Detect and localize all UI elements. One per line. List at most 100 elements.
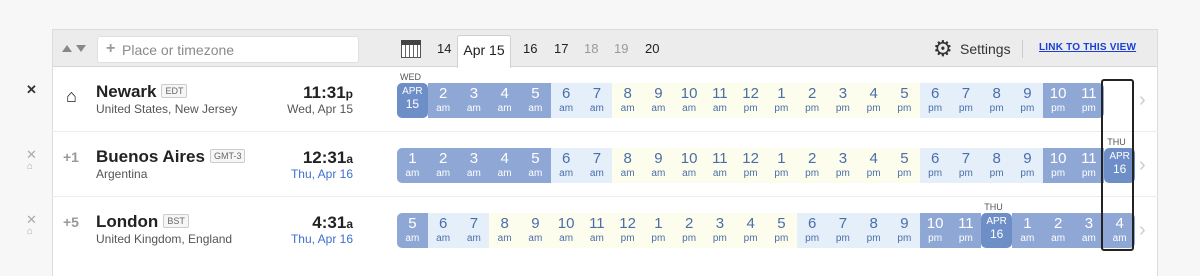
hour-cell[interactable]: 2 am [427,148,459,183]
remove-icon[interactable]: ✕ [26,148,37,161]
hour-cell[interactable]: 10 am [550,213,582,248]
date-tab-20[interactable]: 20 [645,41,659,56]
hour-strip[interactable]: 5 am 6 am 7 am 8 am 9 am 10 am 11 am 12 pm 1 pm 2 pm 3 pm 4 pm 5… [397,213,1135,248]
hour-cell[interactable]: 10 am [673,83,705,118]
time-cursor[interactable] [1101,79,1134,251]
hour-cell[interactable]: 11 pm [1073,148,1105,183]
hour-cell[interactable]: 6 am [427,213,459,248]
hour-cell[interactable]: 5 pm [766,213,797,248]
date-tab-18[interactable]: 18 [584,41,598,56]
hour-cell[interactable]: 1 pm [766,148,797,183]
hour-cell[interactable]: 4 pm [858,148,889,183]
hour-cell[interactable]: 10 pm [919,213,951,248]
hour-cell[interactable]: 6 am [550,148,582,183]
hour-cell-date[interactable]: APR 15 [397,83,428,118]
hour-cell[interactable]: 3 am [458,83,490,118]
hour-cell[interactable]: 9 am [643,83,674,118]
hour-cell[interactable]: 5 pm [889,148,920,183]
hour-cell[interactable]: 8 pm [858,213,889,248]
remove-icon[interactable]: ✕ [26,83,37,96]
hour-cell[interactable]: 8 am [489,213,520,248]
hour-suffix: am [651,168,666,179]
hour-cell[interactable]: 8 am [612,83,643,118]
hour-cell[interactable]: 7 pm [950,148,982,183]
hour-cell[interactable]: 12 pm [735,83,766,118]
hour-cell[interactable]: 9 pm [1012,148,1043,183]
hour-cell[interactable]: 2 pm [796,148,828,183]
sort-down-icon[interactable] [76,45,86,52]
hour-cell[interactable]: 5 am [520,83,551,118]
hour-cell[interactable]: 10 am [673,148,705,183]
hour-cell[interactable]: 11 am [704,83,736,118]
date-tab-16[interactable]: 16 [523,41,537,56]
hour-cell[interactable]: 12 pm [735,148,766,183]
hour-cell[interactable]: 12 pm [612,213,643,248]
hour-cell[interactable]: 7 pm [827,213,859,248]
gear-icon[interactable]: ⚙ [933,38,953,60]
hour-cell[interactable]: 3 pm [827,83,859,118]
hour-cell[interactable]: 3 am [1073,213,1105,248]
sort-arrows[interactable] [62,44,90,54]
hour-cell[interactable]: 5 am [397,213,428,248]
hour-cell[interactable]: 9 pm [1012,83,1043,118]
date-tab-14[interactable]: 14 [437,41,451,56]
hour-cell-date[interactable]: APR 16 [981,213,1012,248]
hour-cell[interactable]: 4 pm [858,83,889,118]
hour-cell[interactable]: 3 am [458,148,490,183]
hour-cell[interactable]: 2 am [1042,213,1074,248]
hour-strip[interactable]: APR 15 2 am 3 am 4 am 5 am 6 am 7 am 8 am 9 am 10 am 11 am 12 p… [397,83,1135,118]
sort-up-icon[interactable] [62,45,72,52]
hour-cell[interactable]: 10 pm [1042,83,1074,118]
hour-cell[interactable]: 9 am [643,148,674,183]
set-home-icon[interactable]: ⌂ [27,162,33,172]
search-input[interactable] [122,40,352,60]
chevron-right-icon[interactable]: › [1139,220,1146,240]
hour-cell[interactable]: 6 pm [919,148,951,183]
hour-cell[interactable]: 1 am [397,148,428,183]
hour-number: 9 [900,215,909,232]
link-to-view[interactable]: LINK TO THIS VIEW [1039,42,1136,53]
hour-cell[interactable]: 1 am [1012,213,1043,248]
date-tab-apr-15[interactable]: Apr 15 [457,35,511,68]
hour-cell[interactable]: 7 am [581,83,613,118]
hour-cell[interactable]: 1 pm [643,213,674,248]
hour-cell[interactable]: 7 pm [950,83,982,118]
date-tab-17[interactable]: 17 [554,41,568,56]
hour-cell[interactable]: 2 pm [673,213,705,248]
set-home-icon[interactable]: ⌂ [27,227,33,237]
hour-cell[interactable]: 4 am [489,83,520,118]
hour-cell[interactable]: 1 pm [766,83,797,118]
hour-strip[interactable]: 1 am 2 am 3 am 4 am 5 am 6 am 7 am 8 am 9 am 10 am 11 am 12 pm 1… [397,148,1135,183]
date-tab-19[interactable]: 19 [614,41,628,56]
chevron-right-icon[interactable]: › [1139,90,1146,110]
hour-cell[interactable]: 3 pm [827,148,859,183]
hour-cell[interactable]: 6 am [550,83,582,118]
hour-cell[interactable]: 2 am [427,83,459,118]
chevron-right-icon[interactable]: › [1139,155,1146,175]
hour-cell[interactable]: 5 pm [889,83,920,118]
hour-cell[interactable]: 7 am [458,213,490,248]
calendar-icon[interactable] [401,40,421,58]
hour-cell[interactable]: 4 am [489,148,520,183]
hour-cell[interactable]: 9 am [520,213,551,248]
hour-cell[interactable]: 4 pm [735,213,766,248]
hour-cell[interactable]: 9 pm [889,213,920,248]
hour-cell[interactable]: 5 am [520,148,551,183]
hour-cell[interactable]: 11 pm [1073,83,1105,118]
hour-cell[interactable]: 11 am [581,213,613,248]
settings-label[interactable]: Settings [960,41,1011,57]
hour-number: 6 [807,215,817,232]
hour-cell[interactable]: 2 pm [796,83,828,118]
hour-cell[interactable]: 6 pm [796,213,828,248]
hour-cell[interactable]: 8 am [612,148,643,183]
hour-cell[interactable]: 10 pm [1042,148,1074,183]
hour-cell[interactable]: 3 pm [704,213,736,248]
hour-cell[interactable]: 6 pm [919,83,951,118]
hour-cell[interactable]: 11 pm [950,213,982,248]
hour-cell[interactable]: 11 am [704,148,736,183]
hour-cell[interactable]: 8 pm [981,83,1012,118]
hour-cell[interactable]: 8 pm [981,148,1012,183]
search-box[interactable]: + [97,36,359,63]
hour-cell[interactable]: 7 am [581,148,613,183]
remove-icon[interactable]: ✕ [26,213,37,226]
